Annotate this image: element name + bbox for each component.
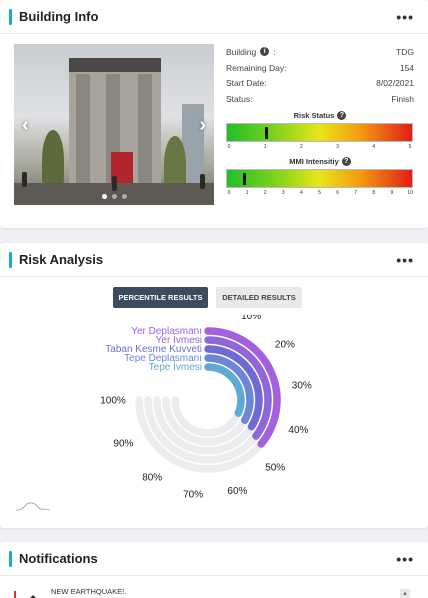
- building-roof: [69, 58, 161, 72]
- notifications-title: Notifications: [9, 550, 98, 567]
- scale-tick-label: 40%: [288, 425, 308, 436]
- mmi-ticks: 0 1 2 3 4 5 6 7 8 9 10: [226, 188, 413, 198]
- scale-tick-label: 20%: [275, 340, 295, 351]
- carousel-dot[interactable]: [111, 194, 117, 199]
- risk-analysis-card: Risk Analysis ••• PERCENTILE RESULTS DET…: [0, 243, 428, 528]
- series-label: Tepe İvmesi: [149, 360, 202, 373]
- person-figure: [200, 174, 205, 189]
- mmi-needle: [243, 172, 246, 185]
- info-icon[interactable]: i: [260, 47, 270, 57]
- more-options-icon[interactable]: •••: [396, 10, 414, 24]
- gauge-tick-label: 0: [227, 189, 231, 196]
- mmi-label: MMI Intensitiy: [289, 156, 339, 166]
- notifications-card: Notifications ••• NEW EARTHQUAKE!. ▴: [0, 542, 428, 598]
- gauge-tick-label: 3: [336, 143, 339, 150]
- mmi-title: MMI Intensitiy ?: [226, 156, 414, 166]
- carousel-next-icon[interactable]: ›: [199, 114, 206, 137]
- scale-tick-label: 60%: [227, 486, 247, 497]
- info-label: Building: [226, 46, 257, 57]
- scale-tick-label: 80%: [142, 472, 162, 483]
- scroll-up-icon[interactable]: ▴: [400, 589, 410, 598]
- help-icon[interactable]: ?: [337, 110, 347, 120]
- sparkline-icon: [16, 502, 50, 511]
- notification-text: NEW EARTHQUAKE!.: [51, 587, 127, 596]
- info-row-remaining-day: Remaining Day: 154: [226, 60, 414, 76]
- more-options-icon[interactable]: •••: [396, 253, 414, 267]
- info-value: 8/02/2021: [376, 78, 414, 89]
- carousel-dot[interactable]: [121, 194, 127, 199]
- info-value: 154: [399, 62, 414, 73]
- risk-analysis-header: Risk Analysis •••: [0, 243, 428, 277]
- info-label: Start Date:: [226, 78, 267, 89]
- info-label: Status:: [226, 93, 253, 104]
- gauge-tick-label: 3: [281, 189, 285, 196]
- risk-status-gauge: [226, 122, 413, 142]
- building-info-header: Building Info •••: [0, 0, 428, 34]
- gauge-tick-label: 0: [227, 143, 231, 150]
- person-figure: [22, 172, 27, 187]
- radial-bar-chart: Yer DeplasmanıYer İvmesiTaban Kesme Kuvv…: [100, 315, 312, 500]
- gauge-tick-label: 1: [245, 189, 249, 196]
- building-info-panel: Building i: TDG Remaining Day: 154 Start …: [226, 44, 414, 198]
- building-column: [138, 74, 152, 190]
- building-info-title: Building Info: [9, 8, 99, 25]
- gauge-tick-label: 4: [372, 143, 376, 150]
- building-column: [76, 74, 90, 190]
- tab-detailed-results[interactable]: DETAILED RESULTS: [216, 287, 302, 308]
- notifications-title-text: Notifications: [19, 551, 98, 566]
- gauge-tick-label: 5: [318, 189, 321, 196]
- gauge-tick-label: 6: [336, 189, 339, 196]
- info-value: TDG: [396, 46, 414, 57]
- gauge-tick-label: 9: [390, 189, 394, 196]
- tab-percentile-results[interactable]: PERCENTILE RESULTS: [113, 287, 208, 308]
- info-row-start-date: Start Date: 8/02/2021: [226, 75, 414, 91]
- risk-status-label: Risk Status: [293, 110, 335, 120]
- gauge-tick-label: 1: [263, 143, 267, 150]
- person-figure: [112, 176, 117, 191]
- scale-tick-label: 50%: [265, 463, 285, 474]
- gauge-tick-label: 7: [354, 189, 358, 196]
- more-options-icon[interactable]: •••: [396, 552, 414, 566]
- title-accent-bar: [9, 8, 12, 25]
- scale-tick-label: 70%: [183, 489, 203, 500]
- alert-marker: [14, 591, 16, 598]
- building-photo-carousel[interactable]: ‹ ›: [14, 44, 214, 205]
- info-label: Remaining Day:: [226, 62, 287, 73]
- risk-analysis-title-text: Risk Analysis: [19, 252, 104, 267]
- help-icon[interactable]: ?: [341, 156, 351, 166]
- carousel-prev-icon[interactable]: ‹: [22, 114, 29, 137]
- gauge-tick-label: 8: [372, 189, 376, 196]
- building-info-card: Building Info ••• ‹ › Building i: TDG Rem: [0, 0, 428, 228]
- risk-status-title: Risk Status ?: [226, 110, 414, 120]
- info-row-status: Status: Finish: [226, 91, 414, 107]
- carousel-indicators[interactable]: [14, 194, 214, 199]
- gauge-tick-label: 4: [300, 189, 303, 196]
- scale-tick-label: 100%: [100, 396, 126, 407]
- gauge-tick-label: 2: [300, 143, 303, 150]
- risk-status-needle: [265, 126, 268, 139]
- scale-tick-label: 30%: [292, 381, 312, 392]
- info-value: Finish: [391, 93, 414, 104]
- building-info-title-text: Building Info: [19, 9, 99, 24]
- scale-tick-label: 90%: [113, 439, 133, 450]
- carousel-dot[interactable]: [101, 194, 107, 199]
- scale-tick-label: 10%: [241, 315, 261, 322]
- notification-item[interactable]: NEW EARTHQUAKE!. ▴: [12, 587, 416, 598]
- gauge-tick-label: 2: [263, 189, 267, 196]
- gauge-tick-label: 10: [407, 189, 413, 196]
- title-accent-bar: [9, 251, 12, 268]
- title-accent-bar: [9, 550, 12, 567]
- risk-analysis-title: Risk Analysis: [9, 251, 104, 268]
- gauge-tick-label: 5: [408, 143, 412, 150]
- mmi-gauge: [226, 168, 413, 188]
- tree-decoration: [42, 130, 64, 190]
- notifications-header: Notifications •••: [0, 542, 428, 576]
- risk-status-ticks: 0 1 2 3 4 5: [226, 142, 413, 152]
- result-tabs: PERCENTILE RESULTS DETAILED RESULTS: [113, 287, 302, 308]
- info-row-building: Building i: TDG: [226, 46, 414, 57]
